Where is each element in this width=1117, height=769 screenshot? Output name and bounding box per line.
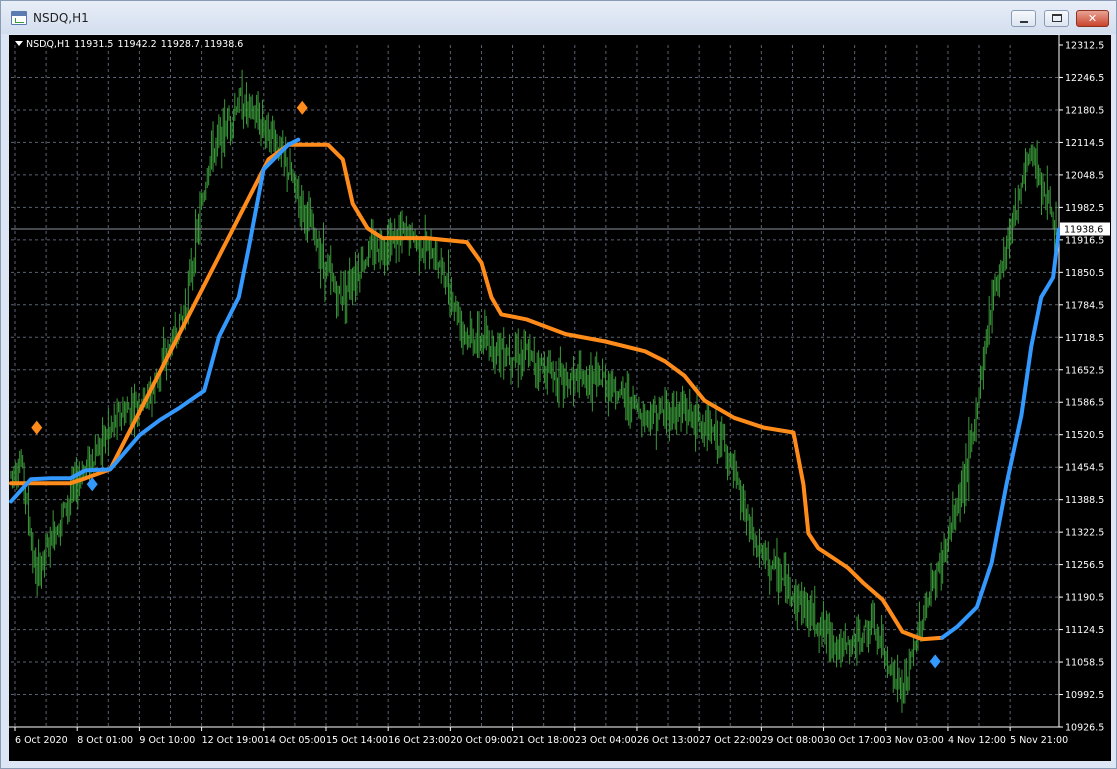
price-chart[interactable]: 12312.5 12246.5 12180.5 12114.5 12048.5 11982…	[9, 35, 1111, 761]
x-tick-label: 8 Oct 01:00	[77, 735, 133, 746]
x-tick-label: 4 Nov 12:00	[948, 735, 1006, 746]
x-tick-label: 26 Oct 13:00	[637, 735, 699, 746]
y-tick-label: 11520.5	[1065, 430, 1104, 441]
y-tick-label: 12048.5	[1065, 170, 1104, 181]
x-tick-label: 16 Oct 23:00	[388, 735, 450, 746]
maximize-icon	[1052, 14, 1062, 22]
chart-window: NSDQ,H1 ✕ 12312.5 12246.5 12180.5 12114.5 12…	[0, 0, 1117, 769]
y-tick-label: 11058.5	[1065, 658, 1104, 669]
info-close: 11938.6	[204, 39, 244, 50]
x-tick-label: 21 Oct 18:00	[513, 735, 575, 746]
y-tick-label: 10926.5	[1065, 723, 1104, 734]
minimize-icon	[1020, 21, 1028, 23]
y-tick-label: 11586.5	[1065, 398, 1104, 409]
y-tick-label: 12312.5	[1065, 41, 1104, 52]
y-tick-label: 11256.5	[1065, 560, 1104, 571]
y-tick-label: 11454.5	[1065, 463, 1104, 474]
y-tick-label: 12246.5	[1065, 73, 1104, 84]
y-tick-label: 11916.5	[1065, 235, 1104, 246]
y-tick-label: 11850.5	[1065, 268, 1104, 279]
close-button[interactable]: ✕	[1076, 10, 1109, 27]
window-title: NSDQ,H1	[33, 11, 89, 25]
y-tick-label: 11784.5	[1065, 300, 1104, 311]
y-tick-label: 11652.5	[1065, 365, 1104, 376]
info-low: 11928.7	[160, 39, 201, 50]
close-icon: ✕	[1087, 12, 1098, 25]
dropdown-triangle-icon[interactable]	[15, 41, 23, 46]
info-open: 11931.5	[74, 39, 114, 50]
y-tick-label: 12114.5	[1065, 138, 1104, 149]
x-tick-label: 12 Oct 19:00	[202, 735, 264, 746]
minimize-button[interactable]	[1011, 10, 1036, 27]
x-tick-label: 14 Oct 05:00	[264, 735, 326, 746]
x-tick-label: 20 Oct 09:00	[450, 735, 512, 746]
chart-background	[9, 35, 1111, 761]
current-price-label: 11938.6	[1064, 224, 1103, 235]
y-tick-label: 11190.5	[1065, 593, 1104, 604]
y-tick-label: 11718.5	[1065, 333, 1104, 344]
maximize-button[interactable]	[1044, 10, 1069, 27]
x-tick-label: 6 Oct 2020	[15, 735, 68, 746]
info-symbol: NSDQ,H1	[26, 39, 71, 50]
chart-canvas[interactable]: 12312.5 12246.5 12180.5 12114.5 12048.5 11982…	[9, 35, 1111, 761]
x-tick-label: 23 Oct 04:00	[575, 735, 637, 746]
y-tick-label: 10992.5	[1065, 690, 1104, 701]
x-tick-label: 27 Oct 22:00	[699, 735, 761, 746]
x-tick-label: 29 Oct 08:00	[761, 735, 823, 746]
window-titlebar[interactable]: NSDQ,H1 ✕	[1, 1, 1116, 34]
y-tick-label: 11388.5	[1065, 495, 1104, 506]
y-tick-label: 12180.5	[1065, 105, 1104, 116]
info-high: 11942.2	[117, 39, 157, 50]
y-tick-label: 11982.5	[1065, 203, 1104, 214]
chart-info-bar: NSDQ,H1 11931.5 11942.2 11928.7 11938.6	[15, 39, 247, 52]
x-tick-label: 9 Oct 10:00	[139, 735, 195, 746]
x-tick-label: 15 Oct 14:00	[326, 735, 388, 746]
y-tick-label: 11322.5	[1065, 528, 1104, 539]
x-tick-label: 30 Oct 17:00	[824, 735, 886, 746]
x-tick-label: 5 Nov 21:00	[1010, 735, 1068, 746]
x-tick-label: 3 Nov 03:00	[886, 735, 944, 746]
chart-window-icon	[11, 11, 27, 25]
y-tick-label: 11124.5	[1065, 625, 1104, 636]
